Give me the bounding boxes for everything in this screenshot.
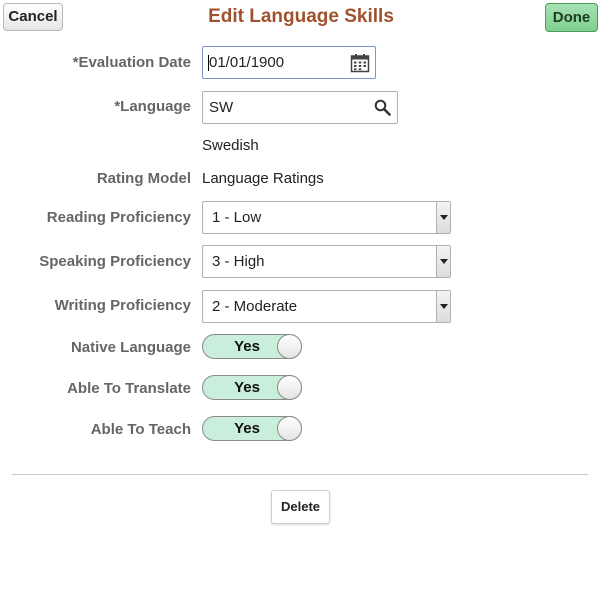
evaluation-date-value: 01/01/1900 (209, 54, 285, 71)
able-to-translate-toggle[interactable]: Yes (202, 375, 302, 400)
native-language-label: Native Language (70, 339, 191, 356)
speaking-proficiency-select[interactable]: 3 - High (202, 245, 451, 278)
able-to-teach-label: Able To Teach (90, 421, 191, 438)
toggle-knob[interactable] (277, 416, 302, 441)
native-language-toggle[interactable]: Yes (202, 334, 302, 359)
section-divider (12, 474, 588, 475)
calendar-icon[interactable] (350, 53, 370, 73)
language-input[interactable]: SW (202, 91, 398, 124)
evaluation-date-label: *Evaluation Date (72, 54, 191, 71)
rating-model-value: Language Ratings (202, 170, 324, 187)
page-title: Edit Language Skills (208, 6, 394, 27)
header-bar: Cancel Edit Language Skills Done (0, 0, 602, 36)
writing-proficiency-value: 2 - Moderate (212, 298, 298, 315)
cancel-button[interactable]: Cancel (3, 3, 63, 31)
toggle-knob[interactable] (277, 334, 302, 359)
search-icon[interactable] (374, 99, 391, 116)
chevron-down-icon[interactable] (436, 202, 450, 233)
able-to-translate-label: Able To Translate (67, 380, 191, 397)
writing-proficiency-select[interactable]: 2 - Moderate (202, 290, 451, 323)
delete-button[interactable]: Delete (271, 490, 330, 524)
able-to-teach-toggle[interactable]: Yes (202, 416, 302, 441)
reading-proficiency-select[interactable]: 1 - Low (202, 201, 451, 234)
speaking-proficiency-label: Speaking Proficiency (39, 253, 191, 270)
chevron-down-icon[interactable] (436, 246, 450, 277)
language-label: *Language (114, 98, 191, 115)
rating-model-label: Rating Model (96, 170, 191, 187)
language-value: SW (209, 99, 234, 116)
toggle-knob[interactable] (277, 375, 302, 400)
done-button[interactable]: Done (545, 3, 598, 32)
speaking-proficiency-value: 3 - High (212, 253, 265, 270)
chevron-down-icon[interactable] (436, 291, 450, 322)
reading-proficiency-value: 1 - Low (212, 209, 262, 226)
writing-proficiency-label: Writing Proficiency (54, 297, 191, 314)
edit-language-skills-page: Cancel Edit Language Skills Done *Evalua… (0, 0, 602, 591)
language-description: Swedish (202, 137, 259, 154)
evaluation-date-input[interactable]: 01/01/1900 (202, 46, 376, 79)
reading-proficiency-label: Reading Proficiency (46, 209, 191, 226)
